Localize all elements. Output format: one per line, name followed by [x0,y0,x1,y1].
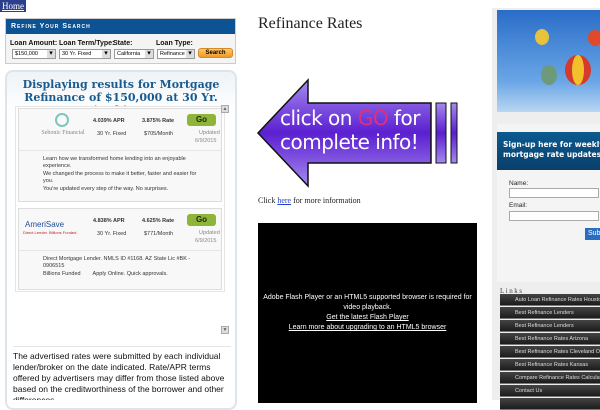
flash-player-link[interactable]: Get the latest Flash Player [258,313,477,323]
updated-date: 6/9/2015 [195,138,217,144]
term: 30 Yr. Fixed [97,231,127,237]
right-sidebar: Sign-up here for weekly mortgage rate upd… [492,8,600,410]
scroll-down-icon[interactable]: ▼ [221,326,229,334]
email-label: Email: [509,202,528,209]
loan-type-select[interactable]: Refinance [157,49,195,59]
results-panel: Displaying results for Mortgage Refinanc… [5,70,237,410]
arrow-text-2: complete info! [280,130,419,154]
html5-link[interactable]: Learn more about upgrading to an HTML5 b… [258,323,477,333]
apr: 4.039% APR [93,118,125,124]
loan-amount-label: Loan Amount: [10,40,58,47]
refine-title: Refine Your Search [6,19,235,34]
lender-card: AmeriSave Direct Lender. Billions Funded… [18,208,222,290]
go-button[interactable]: Go [187,214,216,226]
video-player: Adobe Flash Player or an HTML5 supported… [258,223,477,403]
monthly-payment: $771/Month [144,231,174,237]
link-item[interactable]: Best Refinance Rates Cleveland Ohio [500,346,600,358]
arrow-go-text: GO [357,106,389,130]
click-post: for more information [291,196,361,205]
signup-box: Sign-up here for weekly mortgage rate upd… [497,124,600,282]
search-button[interactable]: Search [198,48,233,58]
sebonic-logo-icon [55,113,69,127]
arrow-text-1: click on [280,106,358,130]
page-title: Refinance Rates [258,15,363,32]
click-here-text: Click here for more information [258,196,361,205]
link-item[interactable]: Best Refinance Lenders [500,320,600,332]
loan-amount-select[interactable]: $150,000 [12,49,56,59]
lender-description: Learn how we transformed home lending in… [43,156,197,192]
loan-term-label: Loan Term/Type: [59,40,115,47]
submit-button[interactable]: Submit [585,228,600,240]
flash-message: Adobe Flash Player or an HTML5 supported… [263,294,472,311]
email-input[interactable] [509,211,599,221]
scroll-up-icon[interactable]: ▲ [221,105,229,113]
lender-tagline: Direct Lender. Billions Funded. [23,230,78,235]
home-link[interactable]: Home [0,0,26,12]
disclaimer: The advertised rates were submitted by e… [13,346,231,400]
link-item[interactable]: Auto Loan Refinance Rates Houston [500,294,600,306]
balloon-icon [535,29,600,85]
lender-list: Sebonic Financial 4.039% APR 3.875% Rate… [15,106,225,292]
name-label: Name: [509,180,529,187]
signup-title: Sign-up here for weekly mortgage rate upd… [497,132,600,170]
loan-type-label: Loan Type: [156,40,193,47]
click-go-arrow-banner: click on GO for complete info! [256,78,466,193]
updated-label: Updated [199,230,220,236]
arrow-text-1b: for [388,106,421,130]
loan-term-select[interactable]: 30 Yr. Fixed [59,49,111,59]
click-pre: Click [258,196,278,205]
lender-name: Sebonic Financial [41,130,85,136]
link-item[interactable]: Compare Refinance Rates Calculator [500,372,600,384]
name-input[interactable] [509,188,599,198]
rate: 4.625% Rate [142,218,175,224]
state-label: State: [113,40,133,47]
link-item[interactable]: Best Refinance Rates Arizona [500,333,600,345]
refine-search-panel: Refine Your Search Loan Amount: Loan Ter… [5,18,236,64]
balloons-image [497,10,600,112]
state-select[interactable]: California [114,49,154,59]
term: 30 Yr. Fixed [97,131,127,137]
monthly-payment: $705/Month [144,131,174,137]
go-button[interactable]: Go [187,114,216,126]
here-link[interactable]: here [277,196,291,205]
link-item[interactable]: Best Refinance Lenders [500,307,600,319]
amerisave-logo-icon: AmeriSave [25,220,65,229]
apr: 4.838% APR [93,218,125,224]
updated-date: 6/9/2015 [195,238,217,244]
lender-description: Direct Mortgage Lender. NMLS ID #1168. A… [43,256,191,277]
link-item[interactable]: Contact Us [500,385,600,397]
rate: 3.875% Rate [142,118,175,124]
updated-label: Updated [199,130,220,136]
link-item[interactable]: Best Refinance Rates Kansas [500,359,600,371]
lender-card: Sebonic Financial 4.039% APR 3.875% Rate… [18,108,222,202]
